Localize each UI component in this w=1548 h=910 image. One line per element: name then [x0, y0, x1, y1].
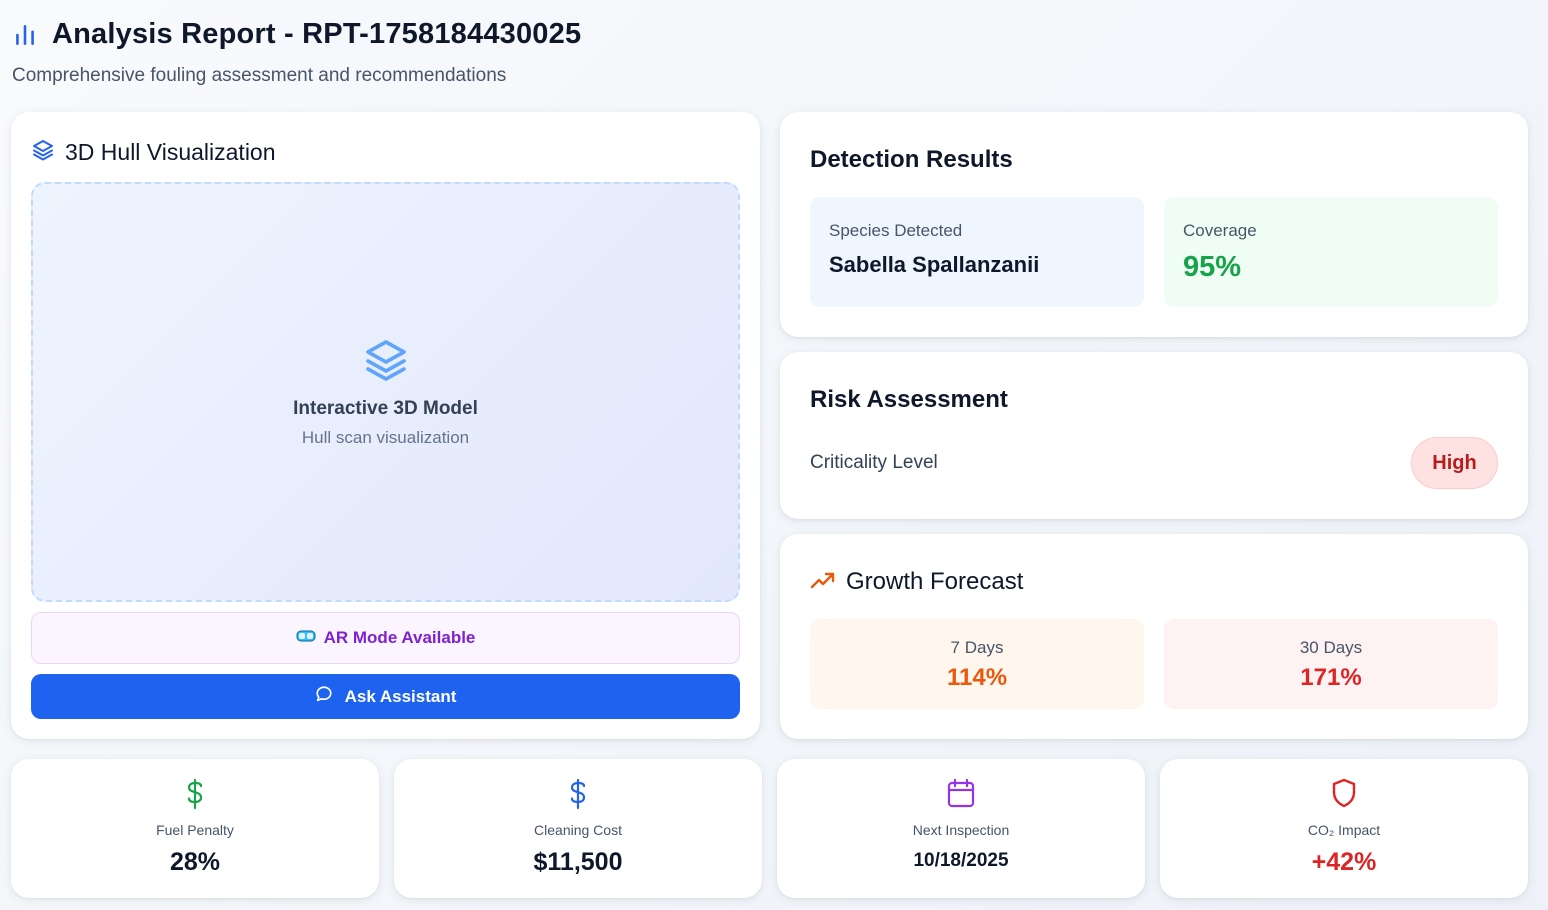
- page-title: Analysis Report - RPT-1758184430025: [52, 18, 582, 50]
- layers-icon: [33, 336, 738, 384]
- forecast-7-days-label: 7 Days: [950, 638, 1004, 657]
- next-inspection-label: Next Inspection: [912, 822, 1010, 838]
- next-inspection-card: Next Inspection 10/18/2025: [777, 759, 1145, 898]
- criticality-label: Criticality Level: [810, 452, 938, 473]
- species-label: Species Detected: [829, 221, 963, 240]
- fuel-penalty-value: 28%: [169, 848, 221, 876]
- coverage-value: 95%: [1183, 251, 1242, 283]
- criticality-badge: High: [1411, 437, 1498, 489]
- growth-title: Growth Forecast: [846, 568, 1024, 595]
- fuel-penalty-label: Fuel Penalty: [156, 822, 234, 838]
- species-value: Sabella Spallanzanii: [829, 252, 1040, 277]
- fuel-penalty-card: Fuel Penalty 28%: [11, 759, 379, 898]
- species-tile: Species Detected Sabella Spallanzanii: [810, 197, 1144, 307]
- coverage-tile: Coverage 95%: [1164, 197, 1498, 307]
- dollar-icon: [394, 778, 762, 810]
- hull-visualization-card: 3D Hull Visualization Interactive 3D Mod…: [11, 112, 760, 739]
- forecast-30-days-label: 30 Days: [1299, 638, 1363, 657]
- forecast-7-days-value: 114%: [946, 664, 1008, 691]
- risk-title: Risk Assessment: [810, 386, 1008, 413]
- trending-up-icon: [810, 570, 836, 595]
- page-subtitle: Comprehensive fouling assessment and rec…: [12, 65, 507, 86]
- cleaning-cost-label: Cleaning Cost: [534, 822, 622, 838]
- calendar-icon: [777, 778, 1145, 808]
- forecast-30-days-tile: 30 Days 171%: [1164, 619, 1498, 709]
- ar-mode-button[interactable]: AR Mode Available: [31, 612, 740, 664]
- ask-assistant-label: Ask Assistant: [344, 686, 457, 706]
- detection-results-card: Detection Results Species Detected Sabel…: [780, 112, 1528, 337]
- model-label: Interactive 3D Model: [293, 398, 478, 419]
- risk-assessment-card: Risk Assessment Criticality Level High: [780, 352, 1528, 519]
- ask-assistant-button[interactable]: Ask Assistant: [31, 674, 740, 719]
- growth-forecast-card: Growth Forecast 7 Days 114% 30 Days 171%: [780, 534, 1528, 739]
- shield-icon: [1160, 778, 1528, 808]
- ar-mode-label: AR Mode Available: [323, 628, 476, 647]
- forecast-7-days-tile: 7 Days 114%: [810, 619, 1144, 709]
- detection-title: Detection Results: [810, 146, 1013, 173]
- dollar-icon: [11, 778, 379, 810]
- cleaning-cost-card: Cleaning Cost $11,500: [394, 759, 762, 898]
- co2-impact-label: CO₂ Impact: [1307, 822, 1381, 838]
- forecast-30-days-value: 171%: [1300, 664, 1362, 691]
- page-header: Analysis Report - RPT-1758184430025 Comp…: [12, 18, 581, 87]
- layers-icon: [31, 138, 55, 167]
- 3d-model-viewer[interactable]: Interactive 3D Model Hull scan visualiza…: [31, 182, 740, 602]
- hull-card-title: 3D Hull Visualization: [65, 139, 276, 165]
- co2-impact-card: CO₂ Impact +42%: [1160, 759, 1528, 898]
- vr-goggles-icon: [296, 628, 316, 649]
- cleaning-cost-value: $11,500: [533, 848, 623, 876]
- chat-bubble-icon: [315, 685, 333, 708]
- next-inspection-value: 10/18/2025: [913, 850, 1009, 871]
- model-sublabel: Hull scan visualization: [301, 428, 470, 447]
- coverage-label: Coverage: [1183, 221, 1257, 240]
- bar-chart-icon: [12, 22, 38, 48]
- co2-impact-value: +42%: [1311, 848, 1377, 876]
